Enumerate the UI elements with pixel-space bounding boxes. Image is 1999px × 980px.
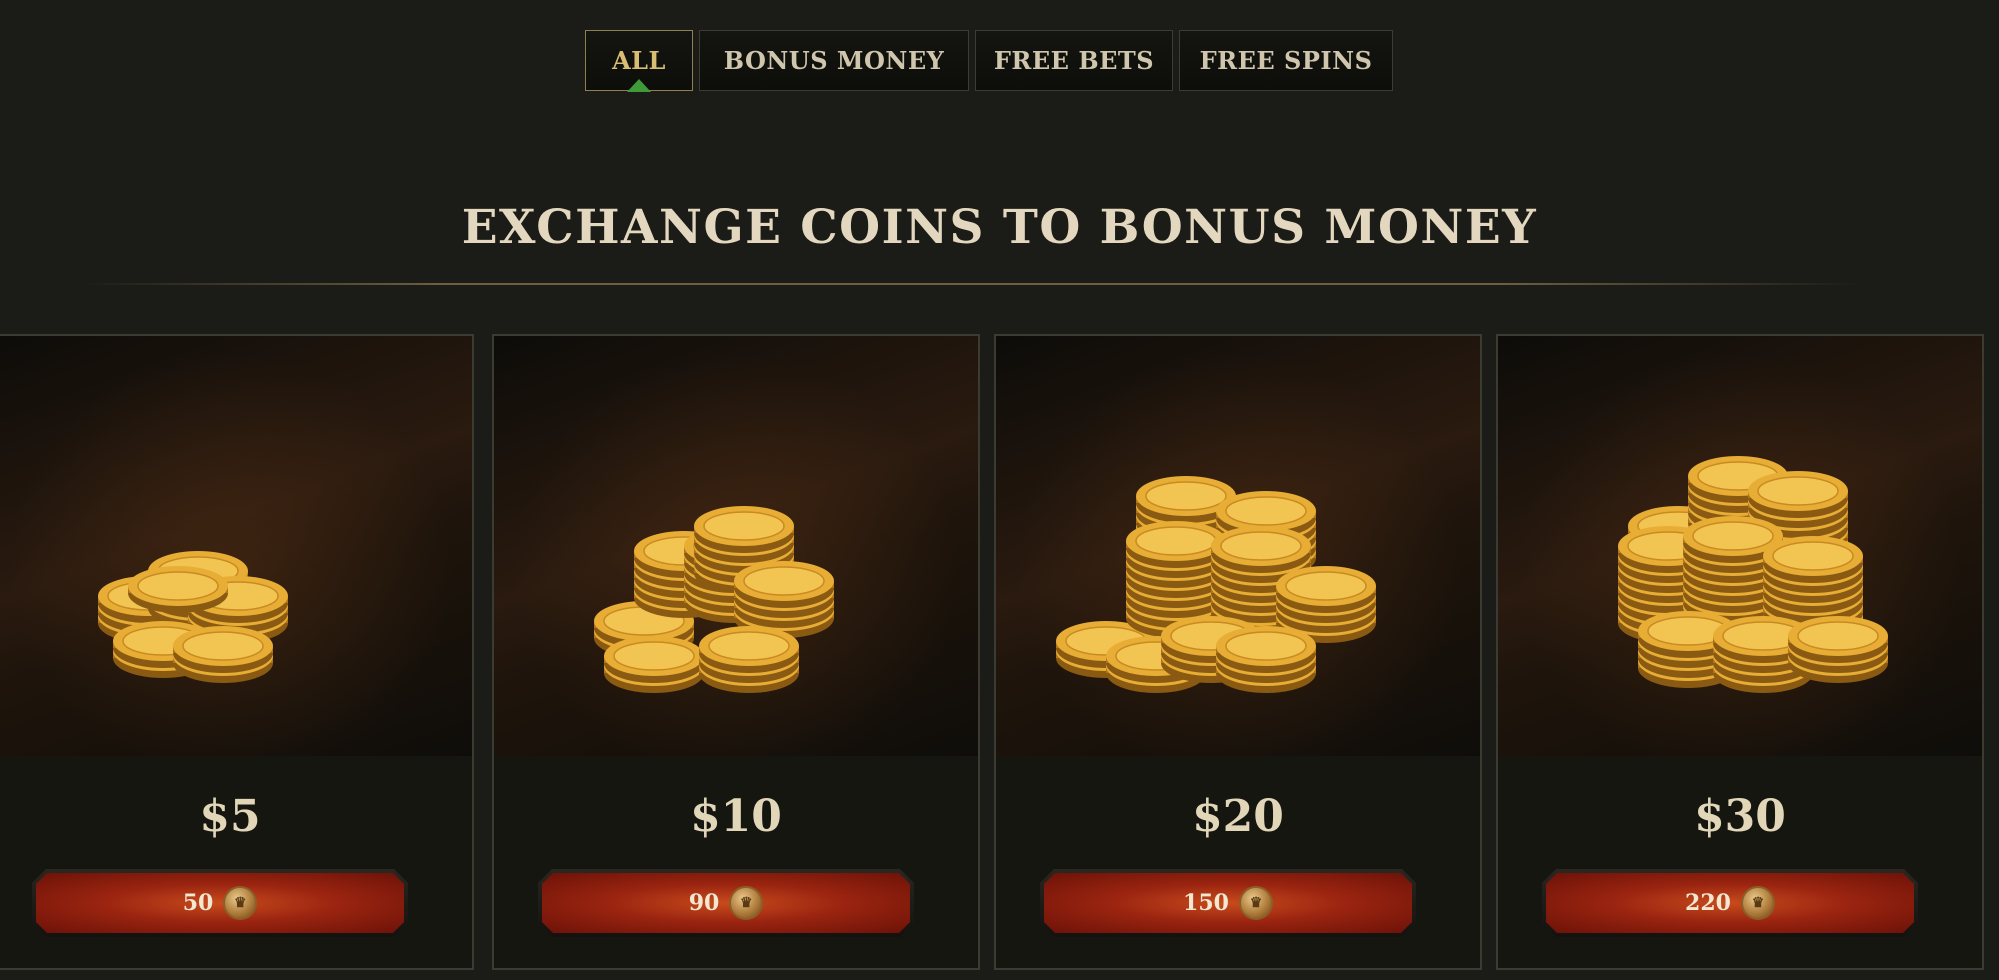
tab-all-label: ALL	[612, 46, 666, 75]
tab-free-bets[interactable]: FREE BETS	[975, 30, 1173, 91]
exchange-button[interactable]: 150 ♛	[1040, 869, 1416, 937]
coin-pile-icon	[1618, 456, 1888, 693]
tab-bonus-money[interactable]: BONUS MONEY	[699, 30, 969, 91]
coin-cost: 150	[1183, 890, 1229, 916]
offer-card: $5 50 ♛	[0, 334, 474, 970]
tab-bonus-money-label: BONUS MONEY	[723, 46, 945, 75]
filter-tabs: ALL BONUS MONEY FREE BETS FREE SPINS	[585, 30, 1393, 92]
exchange-button[interactable]: 220 ♛	[1542, 869, 1918, 937]
exchange-button[interactable]: 90 ♛	[538, 869, 914, 937]
tab-all[interactable]: ALL	[585, 30, 693, 92]
offer-card: $20 150 ♛	[994, 334, 1482, 970]
exchange-page: ALL BONUS MONEY FREE BETS FREE SPINS EXC…	[0, 0, 1999, 980]
coin-stack	[1618, 456, 1888, 693]
exchange-button[interactable]: 50 ♛	[32, 869, 408, 937]
coin-pile-image	[494, 336, 978, 756]
coin-pile-icon	[98, 551, 288, 683]
coin-pile-image	[1498, 336, 1982, 756]
offer-price: $30	[1694, 791, 1786, 842]
coin-stack	[594, 506, 834, 693]
coin-pile-icon	[1056, 476, 1376, 693]
tab-free-spins-label: FREE SPINS	[1199, 46, 1373, 75]
coin-stack	[1056, 476, 1376, 693]
offer-card: $30 220 ♛	[1496, 334, 1984, 970]
offer-card: $10 90 ♛	[492, 334, 980, 970]
page-title: EXCHANGE COINS TO BONUS MONEY	[461, 200, 1538, 255]
coin-icon: ♛	[1741, 886, 1775, 920]
coin-icon: ♛	[729, 886, 763, 920]
coin-pile-image	[0, 336, 472, 756]
coin-icon: ♛	[1239, 886, 1273, 920]
heading-divider	[80, 283, 1860, 285]
offer-price: $20	[1192, 791, 1284, 842]
offer-price: $10	[690, 791, 782, 842]
coin-cost: 50	[182, 890, 214, 916]
coin-cost: 90	[688, 890, 720, 916]
coin-stack	[98, 551, 288, 683]
offer-price: $5	[199, 791, 261, 842]
coin-cost: 220	[1685, 890, 1731, 916]
active-tab-indicator	[627, 79, 651, 92]
coin-pile-icon	[594, 506, 834, 693]
coin-icon: ♛	[223, 886, 257, 920]
tab-free-bets-label: FREE BETS	[993, 46, 1155, 75]
tab-free-spins[interactable]: FREE SPINS	[1179, 30, 1393, 91]
coin-pile-image	[996, 336, 1480, 756]
